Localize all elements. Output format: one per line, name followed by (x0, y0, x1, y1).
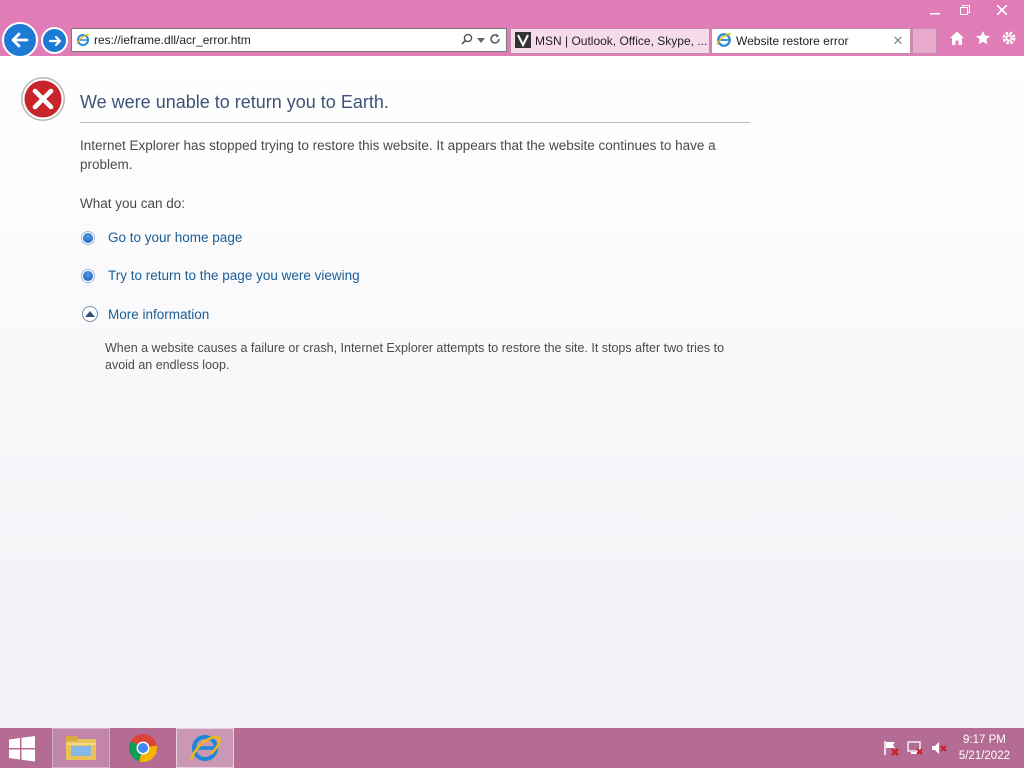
more-information-option[interactable]: More information (82, 306, 209, 322)
page-content: We were unable to return you to Earth. I… (0, 56, 1024, 728)
volume-muted-icon[interactable] (930, 740, 948, 756)
search-icon[interactable] (461, 33, 473, 48)
new-tab-button[interactable] (912, 28, 937, 54)
address-bar[interactable]: res://ieframe.dll/acr_error.htm (71, 28, 507, 52)
action-center-flag-icon[interactable] (882, 740, 900, 756)
taskbar: 9:17 PM 5/21/2022 (0, 728, 1024, 768)
collapse-chevron-up-icon[interactable] (82, 306, 98, 322)
favorites-star-icon[interactable] (974, 29, 992, 47)
internet-explorer-icon (189, 735, 221, 761)
start-button[interactable] (8, 736, 38, 762)
return-to-page-link[interactable]: Try to return to the page you were viewi… (108, 268, 360, 283)
more-information-text: When a website causes a failure or crash… (105, 341, 725, 372)
back-arrow-icon (11, 32, 29, 48)
error-description: Internet Explorer has stopped trying to … (80, 138, 716, 172)
close-icon (997, 5, 1007, 15)
return-to-page-option[interactable]: Try to return to the page you were viewi… (82, 268, 360, 283)
minimize-icon (930, 13, 940, 15)
restore-button[interactable] (950, 0, 980, 20)
taskbar-clock[interactable]: 9:17 PM 5/21/2022 (959, 732, 1010, 764)
msn-icon (515, 31, 531, 51)
go-home-option[interactable]: Go to your home page (82, 230, 242, 245)
refresh-icon[interactable] (489, 33, 501, 48)
page-title: We were unable to return you to Earth. (80, 92, 389, 112)
bullet-icon (82, 269, 94, 282)
tab-msn[interactable]: MSN | Outlook, Office, Skype, ... (510, 28, 710, 54)
title-divider (80, 122, 750, 123)
forward-arrow-icon (48, 35, 61, 46)
window-controls (920, 0, 1024, 20)
network-icon[interactable] (906, 740, 924, 756)
what-you-can-do-heading: What you can do: (80, 196, 186, 211)
close-tab-icon[interactable]: ✕ (890, 33, 906, 49)
bullet-icon (82, 231, 94, 244)
go-home-link[interactable]: Go to your home page (108, 230, 242, 245)
tab-label: Website restore error (736, 34, 849, 48)
close-window-button[interactable] (980, 0, 1024, 20)
settings-gear-icon[interactable] (1000, 29, 1018, 47)
error-x-icon (20, 76, 66, 122)
clock-time: 9:17 PM (963, 734, 1006, 746)
address-text[interactable]: res://ieframe.dll/acr_error.htm (94, 33, 461, 47)
taskbar-internet-explorer[interactable] (176, 728, 234, 768)
minimize-button[interactable] (920, 0, 950, 20)
clock-date: 5/21/2022 (958, 750, 1010, 762)
dropdown-arrow-icon[interactable] (477, 33, 485, 47)
restore-icon (960, 5, 970, 15)
forward-button[interactable] (41, 27, 68, 54)
chrome-icon (129, 734, 158, 763)
home-icon[interactable] (948, 29, 966, 47)
ie-page-icon (72, 33, 94, 47)
tab-website-restore-error[interactable]: Website restore error ✕ (711, 28, 911, 54)
taskbar-file-explorer[interactable] (52, 728, 110, 768)
windows-logo-icon (9, 736, 35, 762)
taskbar-chrome[interactable] (114, 728, 172, 768)
system-tray (882, 740, 948, 756)
browser-titlebar: res://ieframe.dll/acr_error.htm MSN | Ou… (0, 0, 1024, 58)
back-button[interactable] (2, 22, 38, 58)
folder-icon (66, 736, 96, 760)
tab-label: MSN | Outlook, Office, Skype, ... (535, 34, 708, 48)
ie-tab-icon (716, 32, 732, 51)
more-information-link[interactable]: More information (108, 307, 209, 322)
